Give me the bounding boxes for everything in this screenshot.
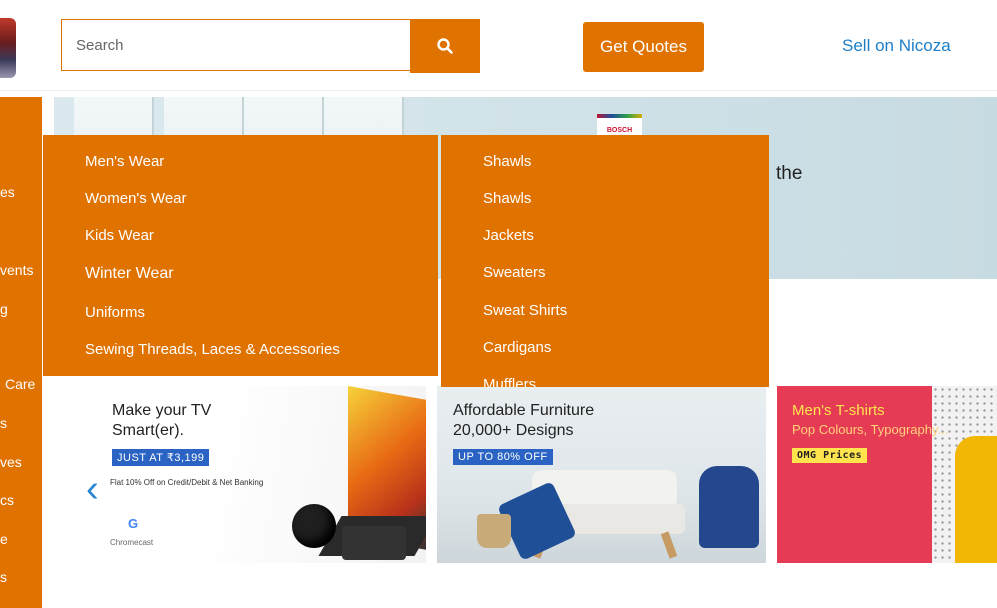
menu-item-sewing-threads[interactable]: Sewing Threads, Laces & Accessories	[85, 341, 340, 358]
sidebar-item[interactable]: s	[0, 415, 7, 431]
category-sidebar: es vents g Care s ves cs e s	[0, 97, 42, 608]
sidebar-item[interactable]: cs	[0, 492, 14, 508]
submenu-item[interactable]: Cardigans	[483, 339, 551, 356]
search-input[interactable]: Search	[61, 19, 411, 71]
sidebar-item[interactable]: vents	[0, 262, 33, 278]
card-title: Affordable Furniture	[453, 402, 595, 419]
price-tag: JUST AT ₹3,199	[112, 449, 210, 466]
submenu-item[interactable]: Shawls	[483, 190, 531, 207]
price-tag: OMG Prices	[792, 448, 868, 463]
menu-item-kids-wear[interactable]: Kids Wear	[85, 227, 154, 244]
model-image	[955, 436, 997, 563]
get-quotes-button[interactable]: Get Quotes	[583, 22, 704, 72]
offer-note: Flat 10% Off on Credit/Debit & Net Banki…	[110, 478, 264, 487]
phone-image	[342, 526, 406, 560]
submenu-item[interactable]: Jackets	[483, 227, 534, 244]
banner-text: the	[776, 163, 803, 184]
card-title: Make your TV	[112, 402, 212, 419]
search-button[interactable]	[410, 19, 480, 73]
logo[interactable]	[0, 18, 16, 78]
promo-card-furniture[interactable]: Affordable Furniture 20,000+ Designs UP …	[437, 386, 766, 563]
promo-card-tshirts[interactable]: Men's T-shirts Pop Colours, Typography..…	[777, 386, 997, 563]
submenu-item[interactable]: Sweat Shirts	[483, 302, 567, 319]
menu-item-uniforms[interactable]: Uniforms	[85, 304, 145, 321]
card-subtitle: Pop Colours, Typography...	[792, 422, 949, 437]
sidebar-item[interactable]: Care	[5, 376, 35, 392]
basket-image	[477, 514, 511, 548]
sidebar-item[interactable]: g	[0, 301, 8, 317]
sofa-leg	[660, 531, 678, 559]
sidebar-item[interactable]: es	[0, 184, 15, 200]
card-title: 20,000+ Designs	[453, 422, 574, 439]
card-title: Smart(er).	[112, 422, 184, 439]
sidebar-item[interactable]: ves	[0, 454, 22, 470]
sell-on-nicoza-link[interactable]: Sell on Nicoza	[842, 36, 951, 56]
armchair-image	[699, 466, 759, 548]
submenu-item[interactable]: Shawls	[483, 153, 531, 170]
card-title: Men's T-shirts	[792, 402, 885, 419]
chevron-left-icon[interactable]: ‹	[86, 470, 99, 508]
header: Search Get Quotes Sell on Nicoza	[0, 0, 997, 91]
menu-item-winter-wear[interactable]: Winter Wear	[85, 265, 174, 283]
promo-card-chromecast[interactable]: Make your TV Smart(er). JUST AT ₹3,199 F…	[80, 386, 426, 563]
sidebar-item[interactable]: s	[0, 569, 7, 585]
sidebar-item[interactable]: e	[0, 531, 8, 547]
discount-tag: UP TO 80% OFF	[453, 449, 553, 465]
chromecast-device-image	[292, 504, 336, 548]
search-icon	[437, 38, 453, 54]
submenu-item[interactable]: Mufflers	[483, 376, 536, 387]
category-dropdown: Men's Wear Women's Wear Kids Wear Winter…	[43, 135, 438, 376]
brand-name: Chromecast	[110, 538, 154, 547]
menu-item-womens-wear[interactable]: Women's Wear	[85, 190, 187, 207]
submenu-item[interactable]: Sweaters	[483, 264, 546, 281]
google-icon: G	[128, 516, 139, 531]
subcategory-dropdown: Shawls Shawls Jackets Sweaters Sweat Shi…	[441, 135, 769, 387]
menu-item-mens-wear[interactable]: Men's Wear	[85, 153, 164, 170]
